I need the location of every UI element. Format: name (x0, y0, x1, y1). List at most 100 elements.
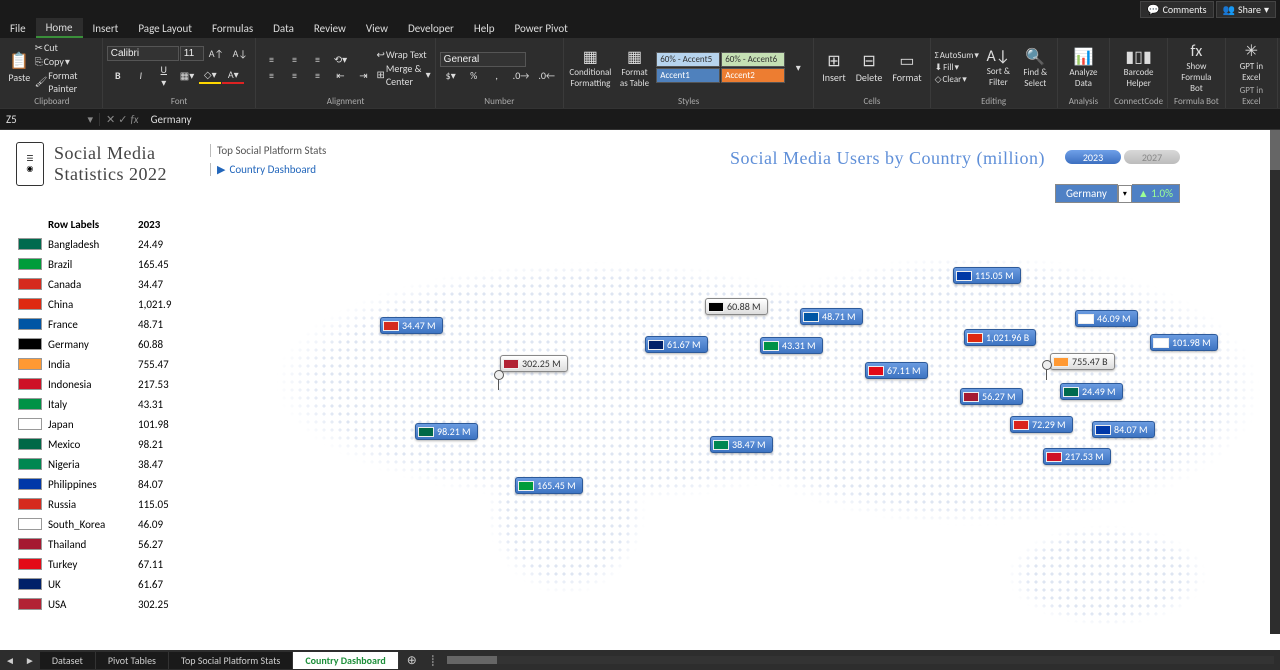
menu-tab-home[interactable]: Home (36, 18, 83, 38)
align-bottom-icon[interactable]: ≡ (306, 52, 328, 67)
table-row[interactable]: Russia 115.05 (18, 494, 198, 514)
align-right-icon[interactable]: ≡ (306, 68, 328, 83)
menu-tab-page-layout[interactable]: Page Layout (128, 18, 202, 38)
map-label-nigeria[interactable]: 38.47 M (710, 436, 773, 453)
table-row[interactable]: China 1,021.9 (18, 294, 198, 314)
style-accent1[interactable]: Accent1 (656, 68, 720, 83)
sheet-tab-dataset[interactable]: Dataset (40, 652, 96, 669)
copy-button[interactable]: ⎘ Copy ▾ (35, 55, 98, 68)
clear-button[interactable]: ◇ Clear ▾ (935, 74, 979, 85)
gpt-button[interactable]: ✳GPT in Excel (1230, 40, 1273, 84)
table-row[interactable]: Brazil 165.45 (18, 254, 198, 274)
table-row[interactable]: Canada 34.47 (18, 274, 198, 294)
increase-font-icon[interactable]: A↑ (205, 46, 228, 61)
table-row[interactable]: Italy 43.31 (18, 394, 198, 414)
table-row[interactable]: India 755.47 (18, 354, 198, 374)
map-label-japan[interactable]: 101.98 M (1150, 334, 1218, 351)
table-row[interactable]: Germany 60.88 (18, 334, 198, 354)
map-label-uk[interactable]: 61.67 M (645, 336, 708, 353)
find-select-button[interactable]: 🔍Find & Select (1018, 46, 1053, 90)
table-row[interactable]: Nigeria 38.47 (18, 454, 198, 474)
sheet-tab-country-dashboard[interactable]: Country Dashboard (293, 652, 398, 669)
menu-tab-file[interactable]: File (0, 18, 36, 38)
add-sheet-button[interactable]: ⊕ (399, 653, 425, 668)
table-row[interactable]: Mexico 98.21 (18, 434, 198, 454)
font-name-select[interactable] (107, 46, 179, 61)
table-row[interactable]: Japan 101.98 (18, 414, 198, 434)
table-row[interactable]: Bangladesh 24.49 (18, 234, 198, 254)
formula-bot-button[interactable]: fxShow Formula Bot (1172, 41, 1221, 95)
table-row[interactable]: Indonesia 217.53 (18, 374, 198, 394)
accept-formula-icon[interactable]: ✓ (118, 113, 127, 126)
wrap-text-button[interactable]: ↩ Wrap Text (376, 48, 430, 61)
format-as-table-button[interactable]: ▦Format as Table (615, 46, 655, 90)
map-label-germany[interactable]: 60.88 M (705, 298, 768, 315)
decrease-font-icon[interactable]: A↓ (229, 46, 252, 61)
percent-icon[interactable]: % (463, 68, 485, 83)
table-row[interactable]: Thailand 56.27 (18, 534, 198, 554)
map-label-vietnam[interactable]: 72.29 M (1010, 416, 1073, 433)
border-button[interactable]: ▦▾ (176, 68, 198, 83)
format-cells-button[interactable]: ▭Format (888, 50, 925, 85)
font-size-select[interactable] (180, 46, 204, 61)
indent-dec-icon[interactable]: ⇤ (329, 68, 351, 83)
indent-inc-icon[interactable]: ⇥ (352, 68, 374, 83)
format-painter-button[interactable]: 🖌 Format Painter (35, 69, 98, 95)
align-top-icon[interactable]: ≡ (260, 52, 282, 67)
map-label-china[interactable]: 1,021.96 B (964, 329, 1036, 346)
orientation-icon[interactable]: ⟲▾ (329, 52, 351, 67)
italic-button[interactable]: I (130, 68, 152, 83)
fill-color-button[interactable]: ◇▾ (199, 67, 221, 84)
style-accent6[interactable]: 60% - Accent6 (721, 52, 785, 67)
sheet-tab-pivot-tables[interactable]: Pivot Tables (96, 652, 169, 669)
style-accent5[interactable]: 60% - Accent5 (656, 52, 720, 67)
underline-button[interactable]: U▾ (153, 62, 175, 90)
table-row[interactable]: France 48.71 (18, 314, 198, 334)
decimal-inc-icon[interactable]: .0→ (509, 68, 534, 83)
conditional-formatting-button[interactable]: ▦Conditional Formatting (568, 46, 613, 90)
merge-center-button[interactable]: ⊞ Merge & Center ▾ (376, 62, 430, 88)
menu-tab-view[interactable]: View (356, 18, 398, 38)
bold-button[interactable]: B (107, 68, 129, 83)
align-middle-icon[interactable]: ≡ (283, 52, 305, 67)
formula-input[interactable]: Germany (145, 113, 198, 126)
map-label-philippines[interactable]: 84.07 M (1092, 421, 1155, 438)
map-label-mexico[interactable]: 98.21 M (415, 423, 478, 440)
worksheet-area[interactable]: ☰◉ Social Media Statistics 2022 Top Soci… (0, 130, 1280, 650)
menu-tab-power-pivot[interactable]: Power Pivot (505, 18, 578, 38)
sort-filter-button[interactable]: A↓Sort & Filter (981, 46, 1016, 89)
delete-cells-button[interactable]: ⊟Delete (852, 50, 887, 85)
map-label-canada[interactable]: 34.47 M (380, 317, 443, 334)
styles-more-icon[interactable]: ▾ (787, 60, 809, 75)
map-label-thailand[interactable]: 56.27 M (960, 388, 1023, 405)
map-label-france[interactable]: 48.71 M (800, 308, 863, 325)
menu-tab-developer[interactable]: Developer (398, 18, 464, 38)
map-label-usa[interactable]: 302.25 M (500, 355, 568, 372)
cut-button[interactable]: ✂ Cut (35, 41, 98, 54)
map-label-bangladesh[interactable]: 24.49 M (1060, 383, 1123, 400)
tab-nav-prev-icon[interactable]: ◄ (0, 654, 20, 667)
year-2027-button[interactable]: 2027 (1124, 150, 1180, 164)
menu-tab-insert[interactable]: Insert (83, 18, 129, 38)
barcode-button[interactable]: ▮▯▮Barcode Helper (1114, 46, 1163, 90)
menu-tab-help[interactable]: Help (464, 18, 505, 38)
decimal-dec-icon[interactable]: .0← (534, 68, 559, 83)
year-2023-button[interactable]: 2023 (1065, 150, 1121, 164)
table-row[interactable]: South_Korea 46.09 (18, 514, 198, 534)
map-label-south_korea[interactable]: 46.09 M (1075, 310, 1138, 327)
menu-tab-formulas[interactable]: Formulas (202, 18, 263, 38)
analyze-data-button[interactable]: 📊Analyze Data (1062, 46, 1105, 90)
number-format-select[interactable] (440, 52, 526, 67)
insert-function-icon[interactable]: fx (130, 113, 138, 126)
menu-tab-review[interactable]: Review (304, 18, 356, 38)
table-row[interactable]: USA 302.25 (18, 594, 198, 614)
cancel-formula-icon[interactable]: ✕ (106, 113, 115, 126)
autosum-button[interactable]: Σ AutoSum ▾ (935, 50, 979, 61)
align-left-icon[interactable]: ≡ (260, 68, 282, 83)
table-row[interactable]: Turkey 67.11 (18, 554, 198, 574)
map-label-russia[interactable]: 115.05 M (953, 267, 1021, 284)
table-row[interactable]: UK 61.67 (18, 574, 198, 594)
sheet-tab-top-social-platform-stats[interactable]: Top Social Platform Stats (169, 652, 293, 669)
horizontal-scrollbar[interactable] (447, 656, 1274, 664)
comma-icon[interactable]: , (486, 68, 508, 83)
